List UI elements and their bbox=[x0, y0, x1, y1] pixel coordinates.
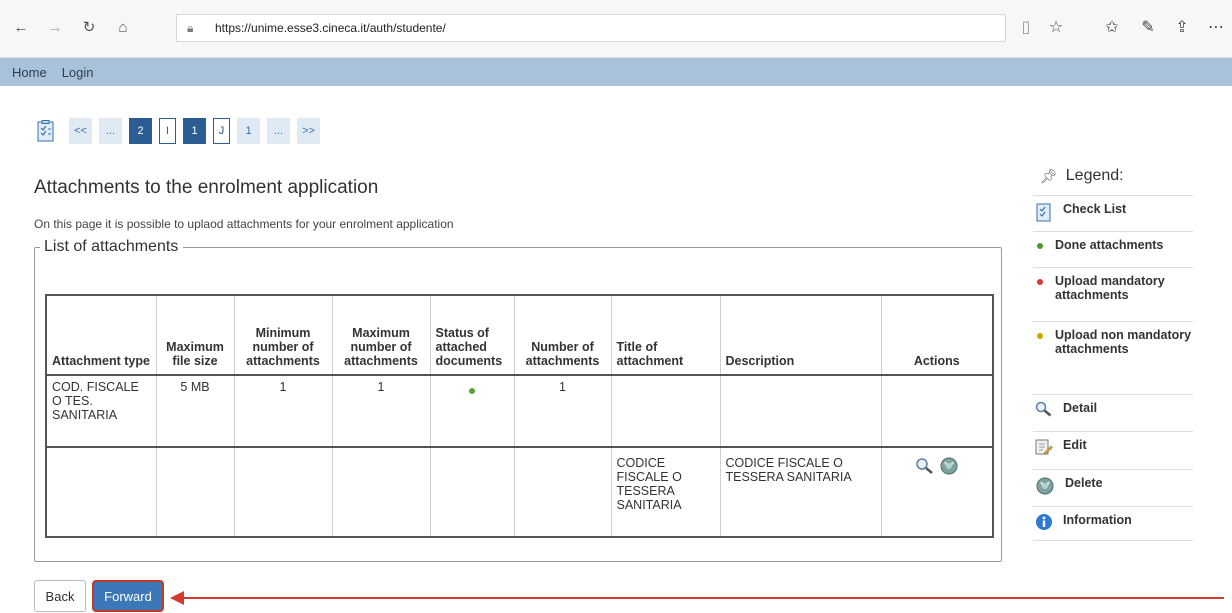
cell-attachment-type: COD. FISCALE O TES. SANITARIA bbox=[45, 374, 157, 448]
pager-last[interactable]: >> bbox=[297, 118, 320, 144]
legend-item-detail: Detail bbox=[1033, 394, 1193, 426]
edit-icon bbox=[1035, 438, 1053, 459]
legend-item-delete: Delete bbox=[1033, 469, 1193, 505]
cell-count: 1 bbox=[513, 374, 612, 448]
cell-max: 1 bbox=[331, 374, 431, 448]
legend-item-mandatory: Upload mandatory attachments bbox=[1033, 267, 1193, 308]
table-row: COD. FISCALE O TES. SANITARIA 5 MB 1 1 1 bbox=[45, 374, 994, 448]
legend-item-information: Information bbox=[1033, 506, 1193, 541]
table-header-row: Attachment type Maximum file size Minimu… bbox=[45, 294, 994, 376]
forward-arrow-icon[interactable]: → bbox=[42, 14, 68, 40]
col-attachment-type: Attachment type bbox=[45, 294, 157, 376]
cell-max-size: 5 MB bbox=[155, 374, 235, 448]
checklist-icon[interactable] bbox=[34, 118, 57, 144]
cell-attachment-title: CODICE FISCALE O TESSERA SANITARIA bbox=[610, 446, 721, 538]
back-arrow-icon[interactable]: ← bbox=[8, 14, 34, 40]
legend-title: Legend: bbox=[1065, 167, 1124, 184]
reading-view-icon[interactable]: ▯ bbox=[1014, 14, 1038, 40]
pager-step-1-current[interactable]: 1 bbox=[183, 118, 206, 144]
cell-actions-empty bbox=[880, 374, 994, 448]
forward-button[interactable]: Forward bbox=[92, 580, 164, 612]
site-navbar: Home Login bbox=[0, 58, 1232, 86]
cell-description-empty bbox=[719, 374, 882, 448]
delete-icon bbox=[1035, 476, 1055, 499]
delete-icon[interactable] bbox=[939, 456, 959, 479]
step-pager: << ... 2 I 1 J 1 ... >> bbox=[34, 117, 327, 145]
table-row: CODICE FISCALE O TESSERA SANITARIA CODIC… bbox=[45, 446, 994, 538]
col-description: Description bbox=[719, 294, 882, 376]
more-icon[interactable]: ⋯ bbox=[1204, 14, 1228, 40]
red-dot-icon bbox=[1037, 279, 1043, 285]
nav-home-link[interactable]: Home bbox=[12, 65, 47, 80]
pen-icon[interactable]: ✎ bbox=[1136, 14, 1160, 40]
favorites-list-icon[interactable]: ✩ bbox=[1100, 14, 1124, 40]
col-max-file-size: Maximum file size bbox=[155, 294, 235, 376]
nav-login-link[interactable]: Login bbox=[62, 65, 94, 80]
magnifier-icon bbox=[1035, 401, 1053, 420]
checklist-icon bbox=[1035, 202, 1053, 225]
share-icon[interactable]: ⇪ bbox=[1170, 14, 1194, 40]
pager-ellipsis-right[interactable]: ... bbox=[267, 118, 290, 144]
pager-first[interactable]: << bbox=[69, 118, 92, 144]
status-done-icon bbox=[469, 388, 475, 394]
back-button[interactable]: Back bbox=[34, 580, 86, 612]
cell-actions bbox=[880, 446, 994, 538]
pager-marker-i[interactable]: I bbox=[159, 118, 176, 144]
cell-status bbox=[429, 374, 515, 448]
page-description: On this page it is possible to uplaod at… bbox=[34, 217, 454, 231]
cell-min: 1 bbox=[233, 374, 333, 448]
legend-header: 📌︎ Legend: bbox=[1040, 167, 1124, 185]
page-title: Attachments to the enrolment application bbox=[34, 177, 379, 198]
legend-item-non-mandatory: Upload non mandatory attachments bbox=[1033, 321, 1193, 362]
pager-marker-j[interactable]: J bbox=[213, 118, 230, 144]
legend-item-done: Done attachments bbox=[1033, 231, 1193, 258]
annotation-arrow-line bbox=[178, 597, 1224, 599]
cell-title-empty bbox=[610, 374, 721, 448]
col-max-attachments: Maximum number of attachments bbox=[331, 294, 431, 376]
address-bar[interactable]: 🔒︎ https://unime.esse3.cineca.it/auth/st… bbox=[176, 14, 1006, 42]
legend-item-checklist: Check List bbox=[1033, 195, 1193, 231]
col-number-attachments: Number of attachments bbox=[513, 294, 612, 376]
col-actions: Actions bbox=[880, 294, 994, 376]
magnifier-icon[interactable] bbox=[915, 457, 935, 478]
col-min-attachments: Minimum number of attachments bbox=[233, 294, 333, 376]
pager-ellipsis-left[interactable]: ... bbox=[99, 118, 122, 144]
info-icon bbox=[1035, 513, 1053, 534]
browser-toolbar: ← → ↻ ⌂ 🔒︎ https://unime.esse3.cineca.it… bbox=[0, 0, 1232, 58]
green-dot-icon bbox=[1037, 243, 1043, 249]
favorite-star-icon[interactable]: ☆ bbox=[1044, 14, 1068, 40]
pin-icon: 📌︎ bbox=[1040, 167, 1058, 184]
attachments-table: Attachment type Maximum file size Minimu… bbox=[45, 294, 994, 538]
cell-attachment-description: CODICE FISCALE O TESSERA SANITARIA bbox=[719, 446, 882, 538]
legend-item-edit: Edit bbox=[1033, 431, 1193, 465]
lock-icon: 🔒︎ bbox=[187, 20, 194, 35]
url-text: https://unime.esse3.cineca.it/auth/stude… bbox=[215, 21, 446, 35]
fieldset-legend: List of attachments bbox=[40, 238, 184, 256]
yellow-dot-icon bbox=[1037, 333, 1043, 339]
refresh-icon[interactable]: ↻ bbox=[76, 14, 102, 40]
pager-step-2[interactable]: 2 bbox=[129, 118, 152, 144]
col-title: Title of attachment bbox=[610, 294, 721, 376]
pager-step-1[interactable]: 1 bbox=[237, 118, 260, 144]
home-icon[interactable]: ⌂ bbox=[110, 14, 136, 40]
col-status: Status of attached documents bbox=[429, 294, 515, 376]
